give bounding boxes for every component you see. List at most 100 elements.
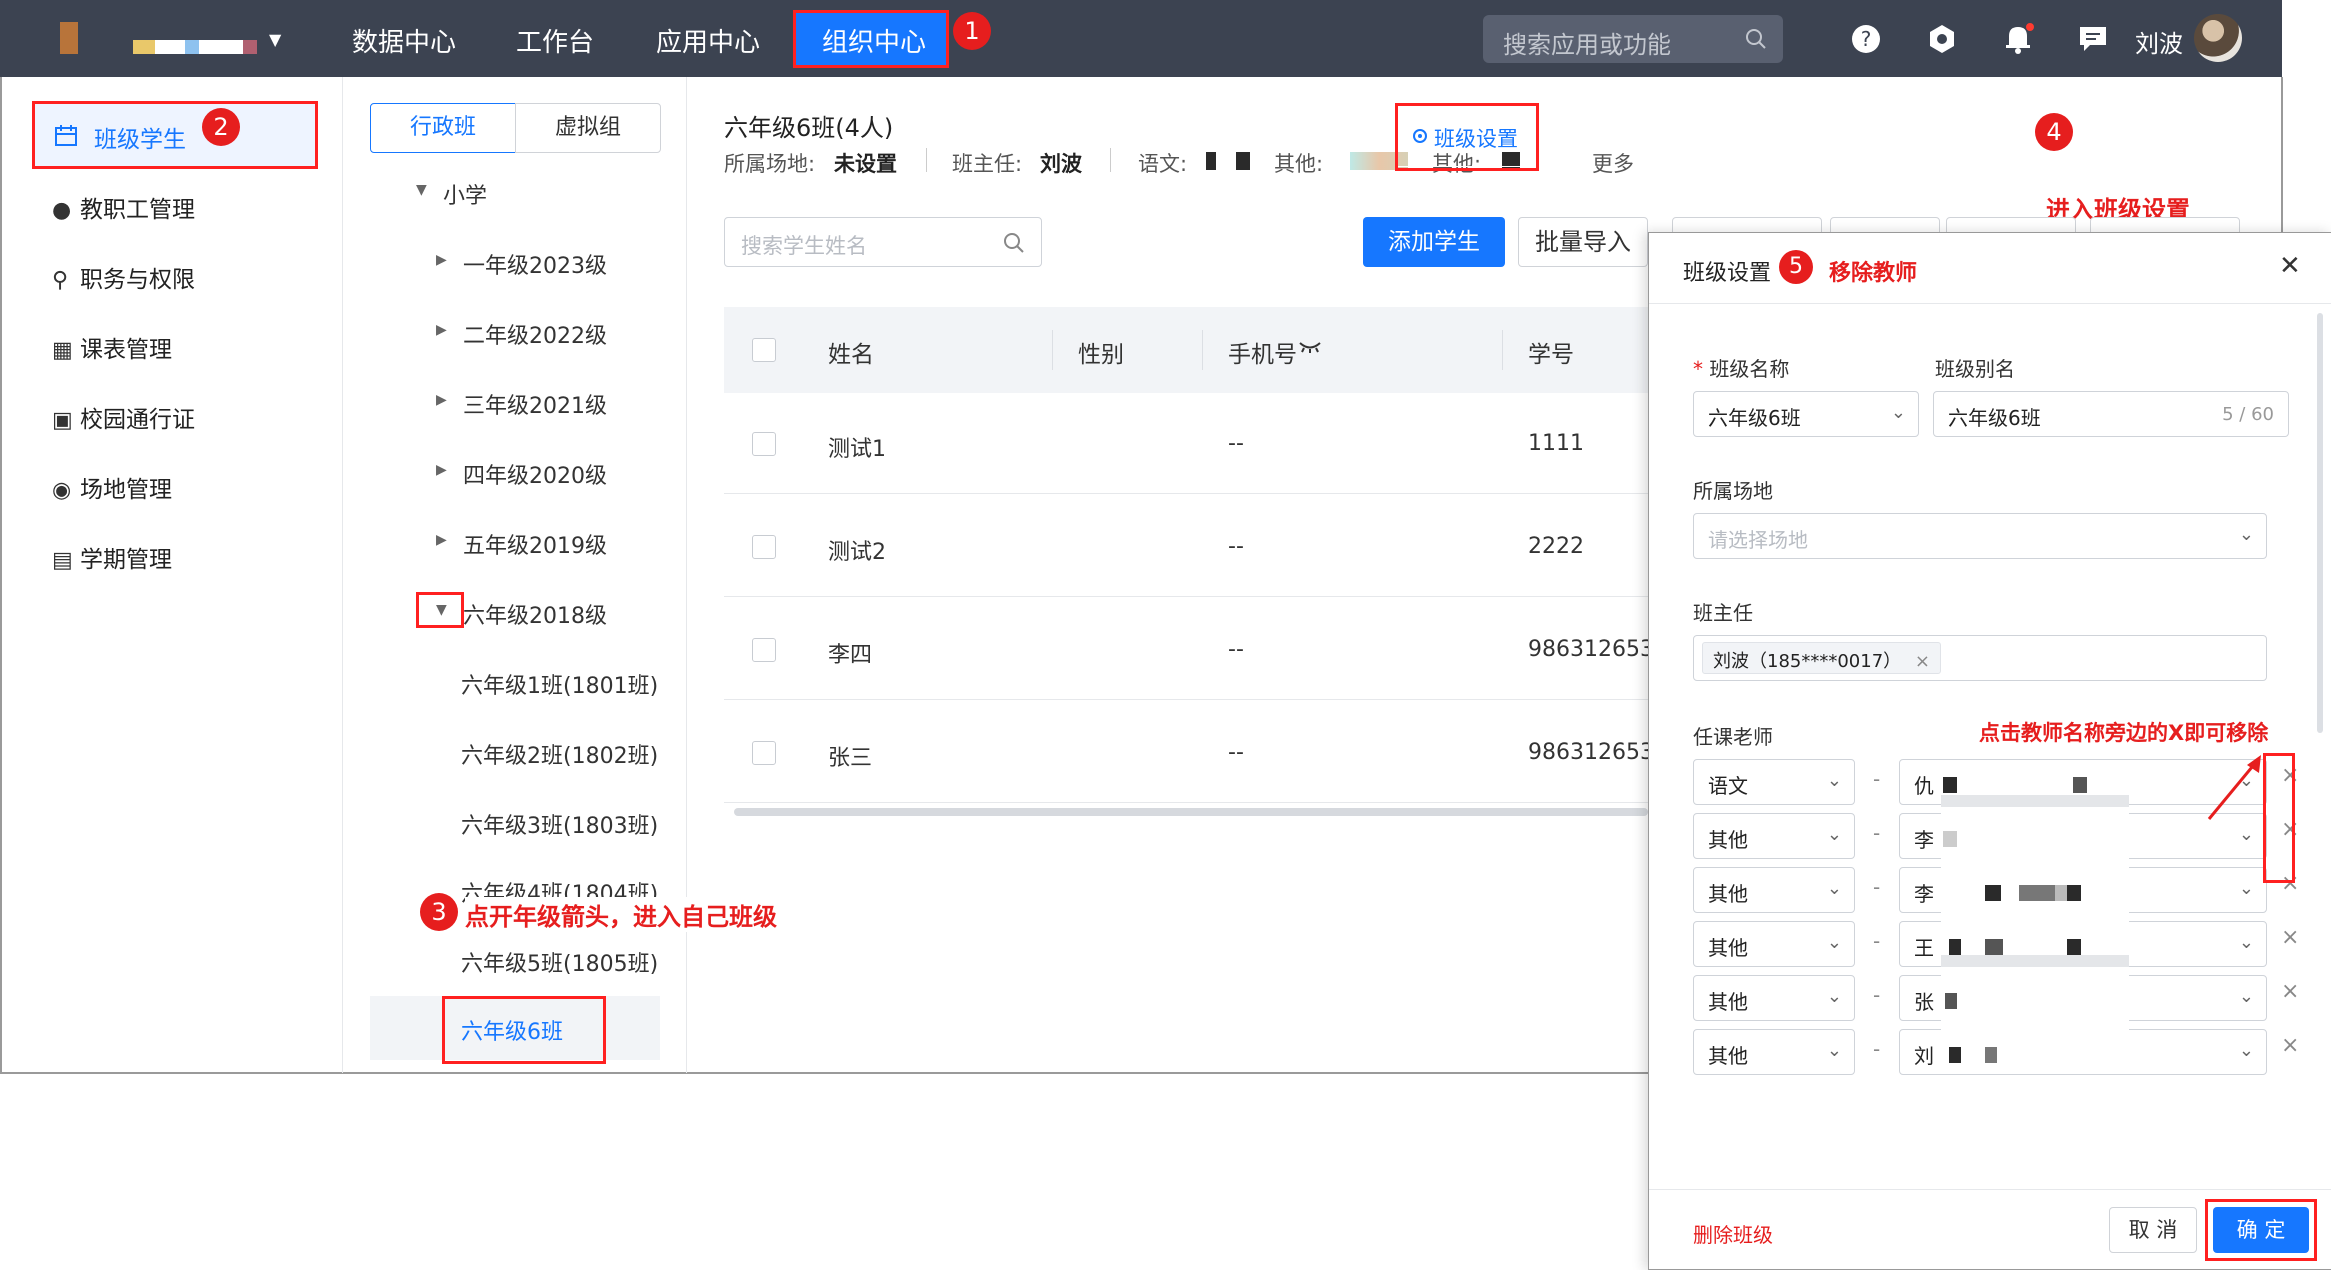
class-name-select[interactable]: 六年级6班 ⌄ <box>1693 391 1919 437</box>
sidebar-item-timetable[interactable]: ▦ 课表管理 <box>52 330 172 364</box>
row-checkbox[interactable] <box>752 741 776 765</box>
sidebar-item-label: 校园通行证 <box>80 407 195 433</box>
tab-virtual-group[interactable]: 虚拟组 <box>515 103 661 153</box>
tree-node-class[interactable]: 六年级3班(1803班) <box>461 808 658 840</box>
sidebar-item-semester[interactable]: ▤ 学期管理 <box>52 540 172 574</box>
person-icon: ● <box>52 198 72 223</box>
drawer-scrollbar[interactable] <box>2317 313 2323 733</box>
help-icon[interactable]: ? <box>1851 24 1881 54</box>
venue-select[interactable]: 请选择场地 ⌄ <box>1693 513 2267 559</box>
chevron-down-icon: ⌄ <box>1826 932 1842 953</box>
teacher-name: 李 <box>1914 882 1934 906</box>
location-icon: ◉ <box>52 478 72 503</box>
subject-select[interactable]: 其他 ⌄ <box>1693 867 1855 913</box>
calendar-icon: ▦ <box>52 338 73 363</box>
remove-teacher-icon[interactable]: × <box>2281 925 2299 950</box>
global-search-input[interactable]: 搜索应用或功能 <box>1483 15 1783 63</box>
search-icon[interactable] <box>1003 232 1025 254</box>
teacher-name: 刘 <box>1914 1044 1934 1068</box>
collapsed-arrow-icon[interactable]: ▶ <box>436 532 447 548</box>
tree-node-grade[interactable]: 一年级2023级 <box>463 248 607 280</box>
tree-node-primary[interactable]: 小学 <box>443 178 487 210</box>
redacted-block <box>2067 885 2081 901</box>
head-teacher-select[interactable]: 刘波（185****0017） × <box>1693 635 2267 681</box>
nav-data-center[interactable]: 数据中心 <box>352 22 456 59</box>
bell-icon[interactable] <box>2003 22 2035 54</box>
highlight-box-confirm <box>2205 1199 2317 1261</box>
close-icon[interactable]: ✕ <box>2279 251 2301 281</box>
sidebar-item-pass[interactable]: ▣ 校园通行证 <box>52 400 195 434</box>
tree-node-class[interactable]: 六年级1班(1801班) <box>461 668 658 700</box>
collapsed-arrow-icon[interactable]: ▶ <box>436 322 447 338</box>
avatar[interactable] <box>2194 14 2242 62</box>
subject-select[interactable]: 其他 ⌄ <box>1693 975 1855 1021</box>
sidebar-item-roles[interactable]: ⚲ 职务与权限 <box>52 260 195 294</box>
chevron-down-icon: ⌄ <box>2238 524 2254 545</box>
dash: - <box>1873 767 1881 791</box>
user-name[interactable]: 刘波 <box>2135 24 2183 59</box>
batch-import-button[interactable]: 批量导入 <box>1518 217 1648 267</box>
column-header-name: 姓名 <box>828 342 874 368</box>
remove-teacher-icon[interactable]: × <box>2281 1033 2299 1058</box>
collapsed-arrow-icon[interactable]: ▶ <box>436 462 447 478</box>
expand-arrow-icon[interactable]: ▼ <box>416 182 427 198</box>
collapsed-arrow-icon[interactable]: ▶ <box>436 392 447 408</box>
teacher-name: 王 <box>1914 936 1934 960</box>
cell-phone: -- <box>1228 431 1244 456</box>
annotation-open-grade: 点开年级箭头，进入自己班级 <box>465 897 777 932</box>
nav-org-center-active[interactable]: 组织中心 <box>793 10 949 68</box>
head-teacher-tag-label: 刘波（185****0017） <box>1713 651 1902 672</box>
school-logo-banner[interactable]: ▼ <box>133 0 281 77</box>
school-dropdown-caret-icon[interactable]: ▼ <box>269 30 281 49</box>
subject-select[interactable]: 其他 ⌄ <box>1693 921 1855 967</box>
sidebar-item-staff[interactable]: ● 教职工管理 <box>52 190 195 224</box>
subject-select[interactable]: 其他 ⌄ <box>1693 1029 1855 1075</box>
student-search-input[interactable]: 搜索学生姓名 <box>724 217 1042 267</box>
tree-node-grade[interactable]: 五年级2019级 <box>463 528 607 560</box>
alias-label: 班级别名 <box>1935 357 2015 381</box>
subject-select[interactable]: 其他 ⌄ <box>1693 813 1855 859</box>
subject-select[interactable]: 语文 ⌄ <box>1693 759 1855 805</box>
horizontal-scrollbar[interactable] <box>734 808 1648 816</box>
row-checkbox[interactable] <box>752 535 776 559</box>
select-all-checkbox[interactable] <box>752 338 776 362</box>
settings-icon[interactable] <box>1927 24 1957 54</box>
head-teacher-tag: 刘波（185****0017） × <box>1702 642 1941 674</box>
tree-node-grade[interactable]: 四年级2020级 <box>463 458 607 490</box>
search-icon[interactable] <box>1745 28 1767 50</box>
tree-node-grade[interactable]: 六年级2018级 <box>463 598 607 630</box>
logo-icon <box>60 22 78 54</box>
tab-admin-class[interactable]: 行政班 <box>370 103 516 153</box>
tree-node-grade[interactable]: 二年级2022级 <box>463 318 607 350</box>
remove-teacher-icon[interactable]: × <box>2281 979 2299 1004</box>
redacted-block <box>2067 939 2081 955</box>
collapsed-arrow-icon[interactable]: ▶ <box>436 252 447 268</box>
tag-close-icon[interactable]: × <box>1915 651 1930 672</box>
nav-app-center[interactable]: 应用中心 <box>656 22 760 59</box>
chevron-down-icon: ⌄ <box>2238 986 2254 1007</box>
more-link[interactable]: 更多 <box>1592 148 1634 178</box>
dash: - <box>1873 929 1881 953</box>
redacted-block <box>1941 795 2129 807</box>
redacted-block <box>2073 777 2087 793</box>
add-student-button[interactable]: 添加学生 <box>1363 217 1505 267</box>
tree-node-class[interactable]: 六年级2班(1802班) <box>461 738 658 770</box>
redacted-block <box>1949 939 1961 955</box>
redacted-name <box>1236 152 1250 170</box>
annotation-remove-teacher: 移除教师 <box>1829 261 1918 286</box>
chevron-down-icon: ⌄ <box>1826 878 1842 899</box>
row-checkbox[interactable] <box>752 638 776 662</box>
row-checkbox[interactable] <box>752 432 776 456</box>
alias-input[interactable]: 六年级6班 5 / 60 <box>1933 391 2289 437</box>
teacher-name: 张 <box>1914 990 1934 1014</box>
tree-node-grade[interactable]: 三年级2021级 <box>463 388 607 420</box>
eye-closed-icon[interactable] <box>1298 340 1322 354</box>
nav-workbench[interactable]: 工作台 <box>516 22 594 59</box>
drawer-header-divider <box>1649 303 2331 304</box>
message-icon[interactable] <box>2078 24 2108 54</box>
delete-class-link[interactable]: 删除班级 <box>1693 1219 1773 1248</box>
tree-node-class[interactable]: 六年级5班(1805班) <box>461 946 658 978</box>
sidebar-item-venue[interactable]: ◉ 场地管理 <box>52 470 172 504</box>
chevron-down-icon: ⌄ <box>1826 824 1842 845</box>
cancel-button[interactable]: 取 消 <box>2109 1207 2197 1253</box>
